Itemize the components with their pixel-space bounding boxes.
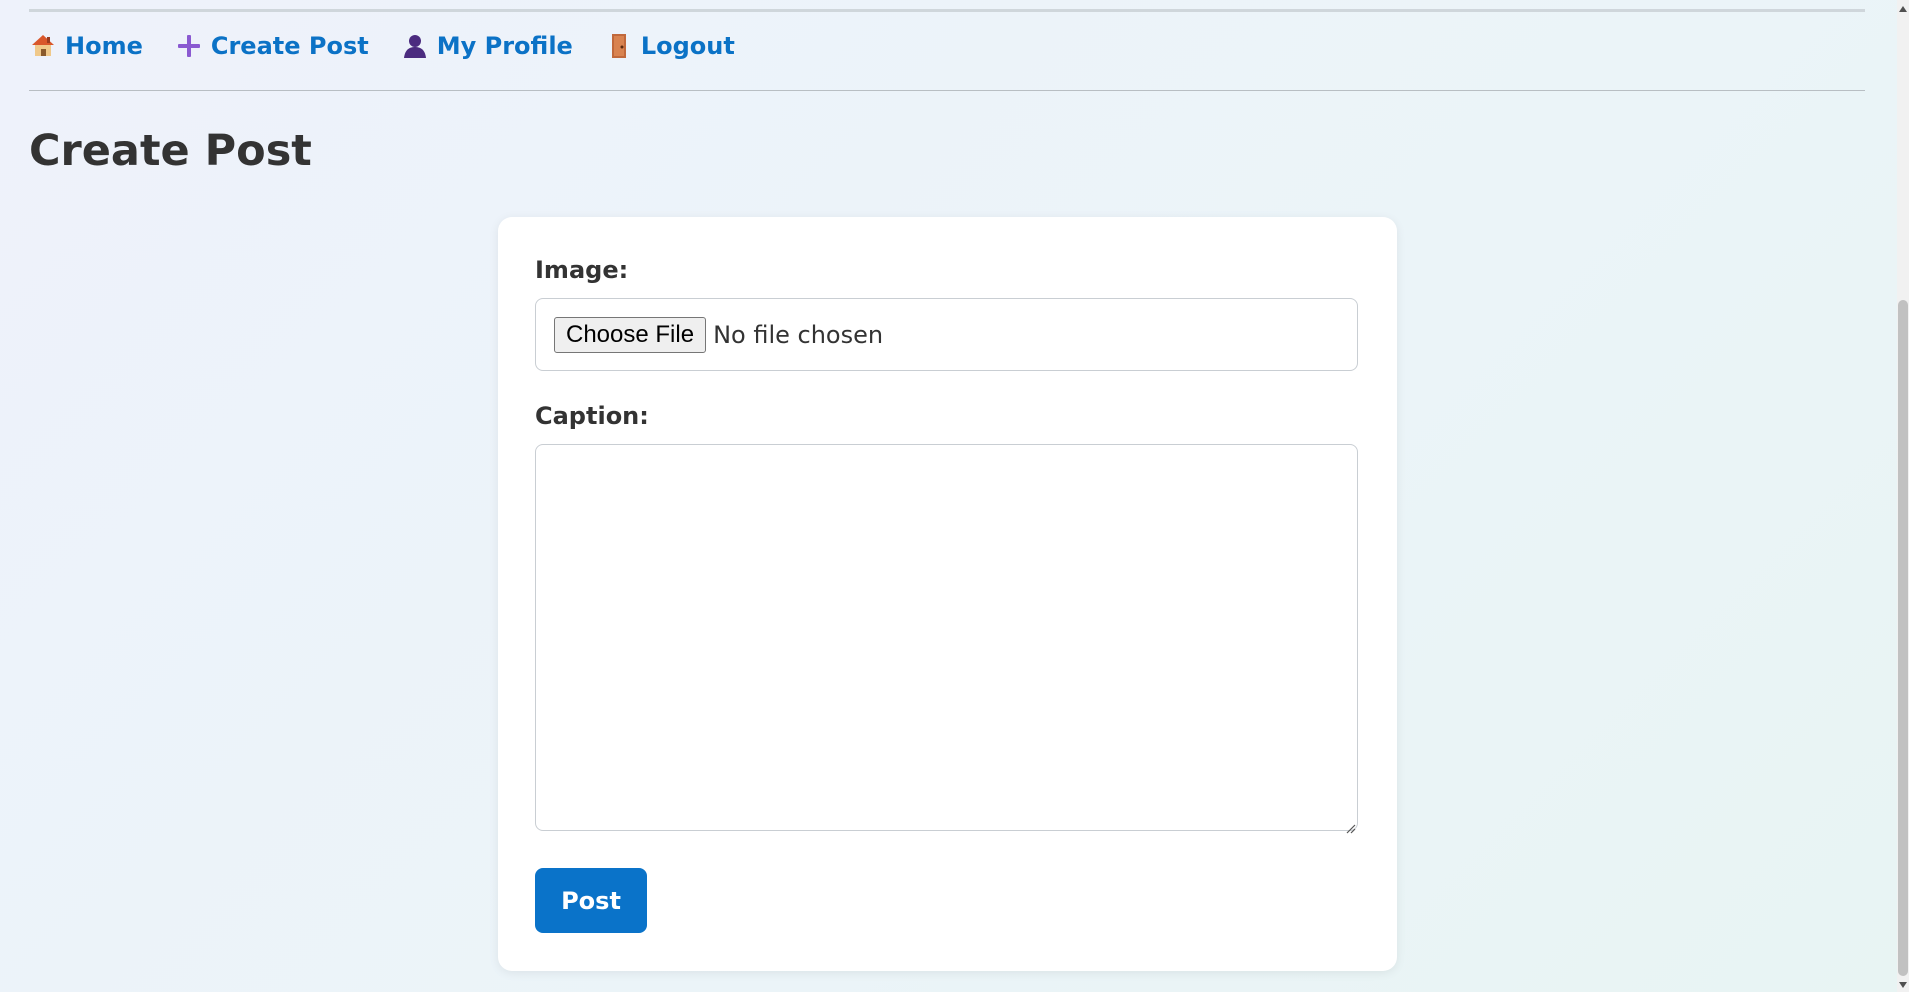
image-file-input[interactable]: Choose File No file chosen [535, 298, 1358, 371]
user-silhouette-icon [401, 32, 429, 60]
post-button[interactable]: Post [535, 868, 647, 933]
scroll-down-icon[interactable] [1899, 982, 1907, 988]
caption-textarea[interactable] [535, 444, 1358, 831]
page-title: Create Post [29, 126, 312, 176]
nav-item-create-post[interactable]: Create Post [175, 32, 369, 60]
main-nav: Home Create Post My Profile Logout [29, 26, 767, 66]
house-icon [29, 32, 57, 60]
top-divider [29, 9, 1865, 12]
plus-icon [175, 32, 203, 60]
scroll-up-icon[interactable] [1899, 6, 1907, 12]
resize-handle-icon[interactable] [1346, 819, 1356, 834]
nav-divider [29, 90, 1865, 91]
door-icon [605, 32, 633, 60]
nav-item-label: Home [65, 32, 143, 60]
scroll-thumb[interactable] [1898, 300, 1908, 976]
choose-file-button[interactable]: Choose File [554, 316, 707, 353]
nav-item-label: Create Post [210, 32, 369, 60]
create-post-form: Image: Choose File No file chosen Captio… [498, 217, 1397, 971]
file-status-text: No file chosen [713, 320, 884, 349]
nav-item-label: My Profile [436, 32, 573, 60]
nav-item-my-profile[interactable]: My Profile [401, 32, 573, 60]
page-scrollbar[interactable] [1897, 0, 1909, 992]
image-label: Image: [535, 256, 629, 284]
caption-label: Caption: [535, 402, 649, 430]
nav-item-label: Logout [640, 32, 735, 60]
nav-item-logout[interactable]: Logout [605, 32, 735, 60]
nav-item-home[interactable]: Home [29, 32, 143, 60]
